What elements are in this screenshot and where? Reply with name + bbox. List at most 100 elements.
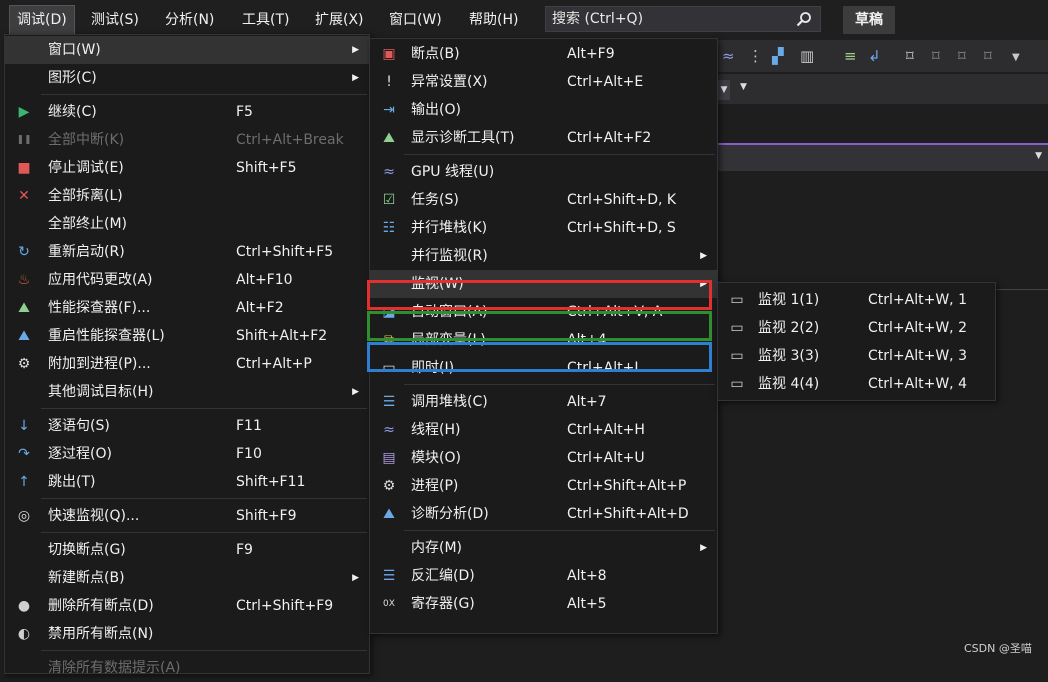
debug-menu-item-label: 新建断点(B) (48, 570, 125, 586)
window-submenu-item-shortcut: Ctrl+Shift+D, K (567, 192, 677, 208)
debug-menu-item-label: 禁用所有断点(N) (48, 626, 154, 642)
menu-analyze[interactable]: 分析(N) (158, 6, 221, 34)
watch-submenu-item[interactable]: ▭ 监视 2(2) Ctrl+Alt+W, 2 (718, 314, 995, 342)
debug-menu-item[interactable]: ❚❚ 全部中断(K) Ctrl+Alt+Break (5, 126, 369, 154)
debug-menu-item[interactable]: ♨ 应用代码更改(A) Alt+F10 (5, 266, 369, 294)
annotation-green-box (367, 311, 712, 341)
window-submenu-item[interactable]: ≈ 线程(H) Ctrl+Alt+H (370, 416, 717, 444)
debug-menu-item-label: 性能探查器(F)... (48, 300, 151, 316)
window-submenu-item[interactable]: ▣ 断点(B) Alt+F9 (370, 40, 717, 68)
debug-menu-item-shortcut: F9 (236, 542, 253, 558)
bookmark-icon[interactable]: ⌑ (906, 47, 914, 65)
menu-separator (404, 154, 715, 155)
debug-menu-item[interactable]: ▶ 继续(C) F5 (5, 98, 369, 126)
step-over-icon: ↷ (18, 446, 30, 462)
debug-menu-item[interactable]: ◐ 禁用所有断点(N) (5, 620, 369, 648)
window-submenu-item[interactable]: ⛰ 诊断分析(D) Ctrl+Shift+Alt+D (370, 500, 717, 528)
debug-menu-item[interactable]: ⛰ 性能探查器(F)... Alt+F2 (5, 294, 369, 322)
debug-menu-item[interactable]: 清除所有数据提示(A) (5, 654, 369, 682)
debug-menu-item-label: 应用代码更改(A) (48, 272, 153, 288)
debug-menu-item[interactable]: ■ 停止调试(E) Shift+F5 (5, 154, 369, 182)
hot-reload-icon: ♨ (17, 272, 31, 288)
chevron-down-icon[interactable]: ▼ (1035, 151, 1042, 161)
window-submenu-item-label: 显示诊断工具(T) (411, 130, 515, 146)
debug-menu-item-label: 逐语句(S) (48, 418, 110, 434)
debug-menu-item-shortcut: Ctrl+Alt+Break (236, 132, 344, 148)
window-submenu-item[interactable]: ⚙ 进程(P) Ctrl+Shift+Alt+P (370, 472, 717, 500)
chevron-right-icon: ▶ (352, 387, 359, 397)
toolbar-icon[interactable]: ↲ (868, 47, 881, 65)
window-submenu-item[interactable]: ! 异常设置(X) Ctrl+Alt+E (370, 68, 717, 96)
bookmark-icon[interactable]: ⌑ (984, 47, 992, 65)
watch-icon: ▭ (730, 348, 744, 364)
debug-menu-item[interactable]: ◎ 快速监视(Q)... Shift+F9 (5, 502, 369, 530)
debug-menu-item[interactable]: ⛰ 重启性能探查器(L) Shift+Alt+F2 (5, 322, 369, 350)
watch-submenu-item-shortcut: Ctrl+Alt+W, 1 (868, 292, 967, 308)
watch-submenu-item[interactable]: ▭ 监视 1(1) Ctrl+Alt+W, 1 (718, 286, 995, 314)
window-submenu-item[interactable]: ☰ 反汇编(D) Alt+8 (370, 562, 717, 590)
debug-menu-item[interactable]: 其他调试目标(H) ▶ (5, 378, 369, 406)
debug-menu-item[interactable]: ↑ 跳出(T) Shift+F11 (5, 468, 369, 496)
menu-window[interactable]: 窗口(W) (382, 6, 449, 34)
profiler-restart-icon: ⛰ (18, 328, 30, 344)
window-submenu-item-shortcut: Alt+F9 (567, 46, 615, 62)
window-submenu-item-label: 寄存器(G) (411, 596, 475, 612)
debug-menu-item[interactable]: 窗口(W) ▶ (5, 36, 369, 64)
chevron-down-icon[interactable]: ▼ (718, 80, 730, 100)
processes-icon: ⚙ (382, 478, 396, 494)
bookmark-icon[interactable]: ⌑ (932, 47, 940, 65)
window-submenu-item[interactable]: ☷ 并行堆栈(K) Ctrl+Shift+D, S (370, 214, 717, 242)
chevron-down-icon[interactable]: ▼ (1012, 52, 1020, 63)
debug-menu-item-label: 附加到进程(P)... (48, 356, 151, 372)
debug-menu-item[interactable]: 图形(C) ▶ (5, 64, 369, 92)
window-submenu-item[interactable]: 并行监视(R) ▶ (370, 242, 717, 270)
menu-help[interactable]: 帮助(H) (462, 6, 525, 34)
watch-submenu-item[interactable]: ▭ 监视 4(4) Ctrl+Alt+W, 4 (718, 370, 995, 398)
window-submenu-item[interactable]: 0X 寄存器(G) Alt+5 (370, 590, 717, 618)
debug-menu-item-label: 窗口(W) (48, 42, 101, 58)
toolbar-icon[interactable]: ▥ (800, 47, 814, 65)
debug-menu-item[interactable]: ↻ 重新启动(R) Ctrl+Shift+F5 (5, 238, 369, 266)
search-box[interactable]: 搜索 (Ctrl+Q) (545, 6, 821, 32)
menu-separator (41, 498, 367, 499)
bookmark-icon[interactable]: ⌑ (958, 47, 966, 65)
window-submenu-item[interactable]: ☰ 调用堆栈(C) Alt+7 (370, 388, 717, 416)
menu-test[interactable]: 测试(S) (84, 6, 146, 34)
stop-icon: ■ (17, 160, 31, 176)
debug-menu-item[interactable]: 切换断点(G) F9 (5, 536, 369, 564)
search-placeholder: 搜索 (Ctrl+Q) (552, 11, 644, 27)
menu-debug[interactable]: 调试(D) (9, 5, 75, 34)
toolbar-icon[interactable]: ⋮ (748, 47, 763, 65)
debug-menu-item[interactable]: ● 删除所有断点(D) Ctrl+Shift+F9 (5, 592, 369, 620)
debug-menu-item-shortcut: Alt+F2 (236, 300, 284, 316)
chevron-right-icon: ▶ (352, 73, 359, 83)
menu-extensions[interactable]: 扩展(X) (308, 6, 371, 34)
window-submenu-item[interactable]: 内存(M) ▶ (370, 534, 717, 562)
window-submenu-item[interactable]: ☑ 任务(S) Ctrl+Shift+D, K (370, 186, 717, 214)
debug-menu-item-label: 全部终止(M) (48, 216, 128, 232)
debug-menu-item[interactable]: ↷ 逐过程(O) F10 (5, 440, 369, 468)
toolbar-icon[interactable]: ≡ (844, 47, 857, 65)
window-submenu-item[interactable]: ▤ 模块(O) Ctrl+Alt+U (370, 444, 717, 472)
debug-menu-item[interactable]: 全部终止(M) (5, 210, 369, 238)
debug-menu-item[interactable]: 新建断点(B) ▶ (5, 564, 369, 592)
watch-icon: ▭ (730, 292, 744, 308)
menu-tools[interactable]: 工具(T) (235, 6, 296, 34)
toolbar-icon[interactable]: ≈ (722, 47, 735, 65)
window-submenu-item[interactable]: ⛰ 显示诊断工具(T) Ctrl+Alt+F2 (370, 124, 717, 152)
debug-menu-item[interactable]: ↓ 逐语句(S) F11 (5, 412, 369, 440)
watch-submenu-item-label: 监视 2(2) (758, 320, 820, 336)
detach-icon: ✕ (18, 188, 30, 204)
toolbar-icon[interactable]: ▞ (772, 47, 784, 65)
menu-separator (404, 384, 715, 385)
disable-breakpoints-icon: ◐ (17, 626, 31, 642)
draft-badge[interactable]: 草稿 (843, 6, 895, 34)
watch-submenu-item[interactable]: ▭ 监视 3(3) Ctrl+Alt+W, 3 (718, 342, 995, 370)
debug-menu-item-label: 切换断点(G) (48, 542, 126, 558)
window-submenu-item[interactable]: ≈ GPU 线程(U) (370, 158, 717, 186)
chevron-down-icon[interactable]: ▼ (740, 82, 747, 92)
window-submenu-item[interactable]: ⇥ 输出(O) (370, 96, 717, 124)
debug-menu-item[interactable]: ⚙ 附加到进程(P)... Ctrl+Alt+P (5, 350, 369, 378)
watch-submenu-item-label: 监视 4(4) (758, 376, 820, 392)
debug-menu-item[interactable]: ✕ 全部拆离(L) (5, 182, 369, 210)
